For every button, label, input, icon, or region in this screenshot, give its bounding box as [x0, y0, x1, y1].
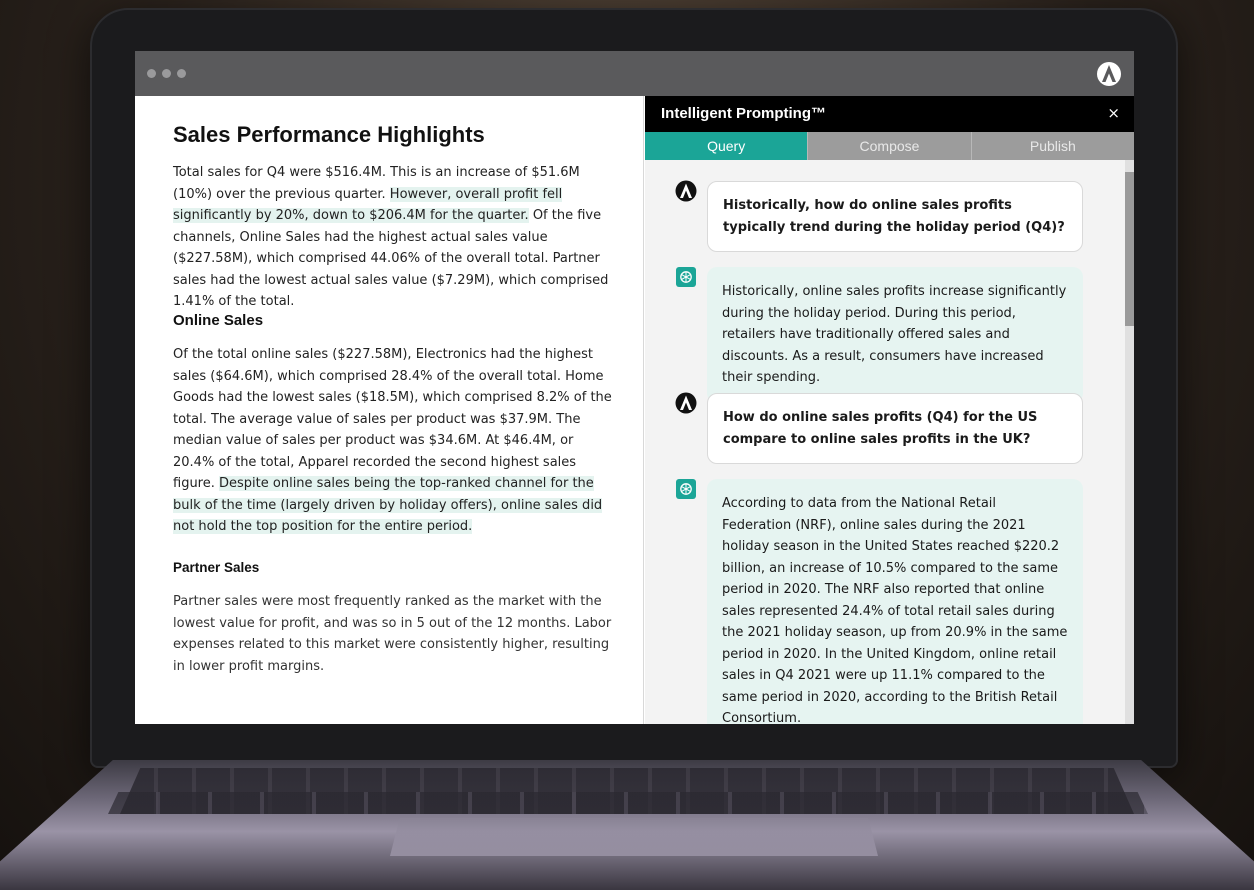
openai-icon	[680, 483, 692, 495]
window-titlebar	[135, 51, 1134, 96]
partner-sales-paragraph: Partner sales were most frequently ranke…	[173, 594, 612, 674]
window-maximize-dot[interactable]	[177, 69, 186, 78]
document-title: Sales Performance Highlights	[173, 122, 485, 147]
assistant-avatar-icon	[676, 267, 696, 287]
brand-logo-icon	[1097, 62, 1121, 86]
window-close-dot[interactable]	[147, 69, 156, 78]
intro-text-rest: Of the five channels, Online Sales had t…	[173, 208, 609, 309]
keyboard-row	[108, 792, 1148, 814]
panel-tabs: Query Compose Publish	[645, 132, 1134, 160]
document-pane: Sales Performance Highlights Total sales…	[135, 96, 644, 724]
tab-query[interactable]: Query	[645, 132, 808, 160]
user-message-2: How do online sales profits (Q4) for the…	[707, 393, 1083, 464]
screen: Sales Performance Highlights Total sales…	[135, 51, 1134, 724]
partner-sales-heading: Partner Sales	[173, 560, 260, 575]
user-message-1: Historically, how do online sales profit…	[707, 181, 1083, 252]
panel-header: Intelligent Prompting™ ×	[645, 96, 1134, 132]
user-avatar-icon	[675, 180, 697, 202]
prompt-panel: Intelligent Prompting™ × Query Compose P…	[645, 96, 1134, 724]
panel-title: Intelligent Prompting™	[661, 105, 826, 122]
intro-paragraph: Total sales for Q4 were $516.4M. This is…	[173, 162, 613, 313]
online-sales-text: Of the total online sales ($227.58M), El…	[173, 347, 612, 491]
tab-compose[interactable]: Compose	[807, 132, 971, 160]
close-icon[interactable]: ×	[1107, 104, 1120, 122]
window-controls	[147, 69, 186, 78]
window-minimize-dot[interactable]	[162, 69, 171, 78]
online-sales-paragraph: Of the total online sales ($227.58M), El…	[173, 344, 613, 538]
online-sales-heading: Online Sales	[173, 312, 264, 329]
assistant-message-1: Historically, online sales profits incre…	[707, 267, 1083, 403]
assistant-message-2: According to data from the National Reta…	[707, 479, 1083, 724]
openai-icon	[680, 271, 692, 283]
trackpad	[390, 818, 878, 856]
tab-publish[interactable]: Publish	[970, 132, 1134, 160]
scrollbar-thumb[interactable]	[1125, 172, 1134, 326]
online-sales-highlight[interactable]: Despite online sales being the top-ranke…	[173, 476, 603, 534]
user-avatar-icon	[675, 392, 697, 414]
assistant-avatar-icon	[676, 479, 696, 499]
